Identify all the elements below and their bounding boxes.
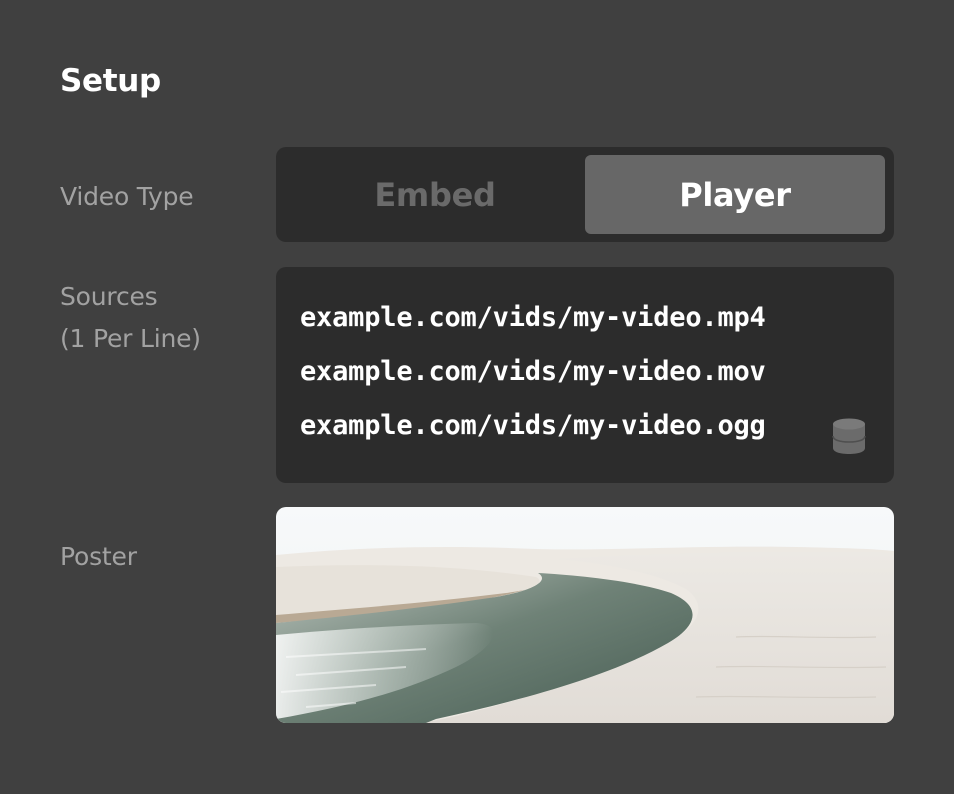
sources-label: Sources (1 Per Line) xyxy=(60,276,201,360)
video-type-segmented-control: Embed Player xyxy=(276,147,894,242)
setup-panel: Setup Video Type Embed Player Sources (1… xyxy=(0,0,954,794)
database-icon[interactable] xyxy=(832,417,866,455)
source-line: example.com/vids/my-video.ogg xyxy=(300,410,766,441)
source-line: example.com/vids/my-video.mp4 xyxy=(300,302,766,333)
source-line: example.com/vids/my-video.mov xyxy=(300,356,766,387)
video-type-label: Video Type xyxy=(60,182,194,211)
sources-label-hint: (1 Per Line) xyxy=(60,324,201,353)
sources-textarea[interactable]: example.com/vids/my-video.mp4 example.co… xyxy=(276,267,894,483)
segment-embed[interactable]: Embed xyxy=(285,155,585,234)
sources-label-title: Sources xyxy=(60,282,158,311)
poster-image[interactable] xyxy=(276,507,894,723)
section-title: Setup xyxy=(60,63,161,99)
segment-player[interactable]: Player xyxy=(585,155,885,234)
poster-label: Poster xyxy=(60,542,137,571)
desert-lagoon-photo xyxy=(276,507,894,723)
